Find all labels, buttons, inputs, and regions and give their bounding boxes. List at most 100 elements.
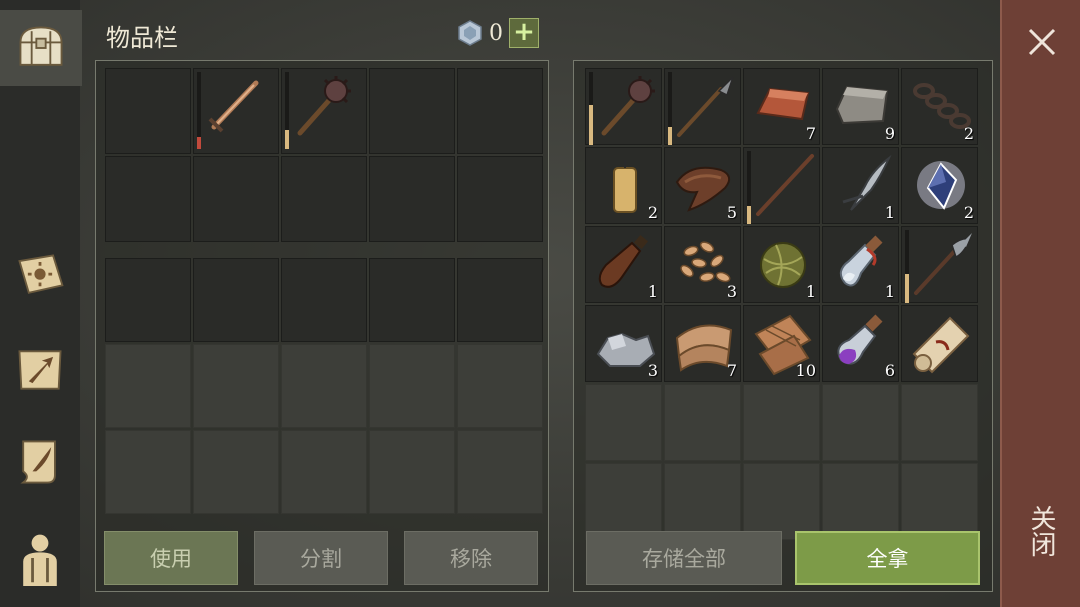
inventory-slot-locked bbox=[369, 430, 455, 514]
storage-slot[interactable]: 1 bbox=[743, 226, 820, 303]
inventory-slot-locked bbox=[193, 430, 279, 514]
inventory-slot-locked bbox=[105, 344, 191, 428]
item-count: 7 bbox=[805, 124, 816, 143]
item-count: 1 bbox=[647, 282, 658, 301]
tab-quests[interactable] bbox=[0, 424, 80, 500]
use-button[interactable]: 使用 bbox=[104, 531, 238, 585]
storage-slot-empty bbox=[664, 463, 741, 540]
item-count: 3 bbox=[647, 361, 658, 380]
inventory-slot[interactable] bbox=[457, 156, 543, 242]
storage-slot[interactable]: 3 bbox=[664, 226, 741, 303]
take-all-button[interactable]: 全拿 bbox=[795, 531, 980, 585]
inventory-slot[interactable] bbox=[457, 258, 543, 342]
tab-inventory[interactable] bbox=[0, 10, 82, 86]
inventory-grid-bottom bbox=[105, 258, 543, 514]
stick-icon bbox=[756, 154, 814, 216]
tab-character[interactable] bbox=[0, 520, 80, 596]
item-count: 1 bbox=[805, 282, 816, 301]
storage-slot[interactable] bbox=[901, 226, 978, 303]
inventory-slot-locked bbox=[457, 344, 543, 428]
storage-slot[interactable]: 7 bbox=[743, 68, 820, 145]
item-count: 1 bbox=[884, 282, 895, 301]
storage-slot[interactable]: 1 bbox=[585, 226, 662, 303]
spear-icon bbox=[677, 76, 734, 137]
inventory-slot[interactable] bbox=[369, 68, 455, 154]
storage-slot-empty bbox=[901, 384, 978, 461]
scroll-quill-icon bbox=[20, 440, 56, 484]
item-count: 2 bbox=[963, 203, 974, 222]
storage-slot[interactable]: 3 bbox=[585, 305, 662, 382]
journal-sun-icon bbox=[18, 254, 64, 294]
inventory-slot[interactable] bbox=[281, 258, 367, 342]
close-label: 关闭 bbox=[1026, 505, 1056, 557]
storage-slot[interactable]: 1 bbox=[822, 147, 899, 224]
remove-button[interactable]: 移除 bbox=[404, 531, 538, 585]
storage-slot-empty bbox=[743, 384, 820, 461]
item-count: 7 bbox=[726, 361, 737, 380]
inventory-slot[interactable] bbox=[369, 156, 455, 242]
inventory-slot-locked bbox=[281, 344, 367, 428]
mace-icon bbox=[297, 76, 351, 136]
storage-slot-empty bbox=[901, 463, 978, 540]
inventory-slot[interactable] bbox=[281, 68, 367, 154]
inventory-slot[interactable] bbox=[105, 68, 191, 154]
storage-slot[interactable]: 9 bbox=[822, 68, 899, 145]
inventory-slot[interactable] bbox=[105, 156, 191, 242]
inventory-slot-locked bbox=[105, 430, 191, 514]
item-count: 9 bbox=[884, 124, 895, 143]
storage-slot[interactable]: 1 bbox=[822, 226, 899, 303]
storage-slot[interactable] bbox=[743, 147, 820, 224]
page-title: 物品栏 bbox=[106, 24, 178, 52]
storage-slot[interactable] bbox=[901, 305, 978, 382]
inventory-slot[interactable] bbox=[193, 156, 279, 242]
storage-slot-empty bbox=[822, 384, 899, 461]
close-bar[interactable]: 关闭 bbox=[1000, 0, 1080, 607]
storage-slot[interactable]: 7 bbox=[664, 305, 741, 382]
storage-slot[interactable]: 2 bbox=[585, 147, 662, 224]
store-all-button[interactable]: 存储全部 bbox=[586, 531, 782, 585]
close-icon[interactable] bbox=[1024, 24, 1060, 60]
inventory-slot[interactable] bbox=[281, 156, 367, 242]
split-button[interactable]: 分割 bbox=[254, 531, 388, 585]
tab-map[interactable] bbox=[0, 332, 80, 408]
scroll-icon bbox=[912, 316, 970, 374]
item-count: 5 bbox=[726, 203, 737, 222]
inventory-slot-locked bbox=[193, 344, 279, 428]
storage-slot[interactable]: 10 bbox=[743, 305, 820, 382]
item-count: 2 bbox=[647, 203, 658, 222]
storage-slot-empty bbox=[822, 463, 899, 540]
character-icon bbox=[23, 534, 57, 586]
map-arrow-icon bbox=[18, 350, 62, 390]
storage-slot[interactable]: 6 bbox=[822, 305, 899, 382]
add-gems-button[interactable]: + bbox=[509, 18, 539, 48]
item-count: 6 bbox=[884, 361, 895, 380]
inventory-slot-locked bbox=[369, 344, 455, 428]
sword-icon bbox=[208, 80, 259, 133]
item-count: 10 bbox=[795, 361, 816, 380]
storage-slot[interactable] bbox=[664, 68, 741, 145]
storage-slot[interactable]: 2 bbox=[901, 68, 978, 145]
tab-journal[interactable] bbox=[0, 238, 80, 314]
inventory-slot[interactable] bbox=[193, 258, 279, 342]
mace-icon bbox=[601, 76, 655, 136]
inventory-slot[interactable] bbox=[105, 258, 191, 342]
storage-slot-empty bbox=[743, 463, 820, 540]
inventory-slot[interactable] bbox=[457, 68, 543, 154]
inventory-grid-top bbox=[105, 68, 543, 242]
storage-grid: 7 9 2 2 5 1 2 1 3 1 1 3 7 10 6 bbox=[585, 68, 978, 540]
storage-slot[interactable]: 2 bbox=[901, 147, 978, 224]
inventory-slot[interactable] bbox=[193, 68, 279, 154]
item-count: 1 bbox=[884, 203, 895, 222]
item-count: 2 bbox=[963, 124, 974, 143]
storage-slot[interactable]: 5 bbox=[664, 147, 741, 224]
inventory-slot[interactable] bbox=[369, 258, 455, 342]
chest-icon bbox=[19, 26, 63, 66]
gem-icon bbox=[458, 20, 482, 46]
gem-count: 0 bbox=[489, 20, 503, 46]
inventory-slot-locked bbox=[457, 430, 543, 514]
inventory-slot-locked bbox=[281, 430, 367, 514]
gem-currency: 0 + bbox=[457, 18, 539, 48]
storage-slot[interactable] bbox=[585, 68, 662, 145]
storage-slot-empty bbox=[664, 384, 741, 461]
item-count: 3 bbox=[726, 282, 737, 301]
